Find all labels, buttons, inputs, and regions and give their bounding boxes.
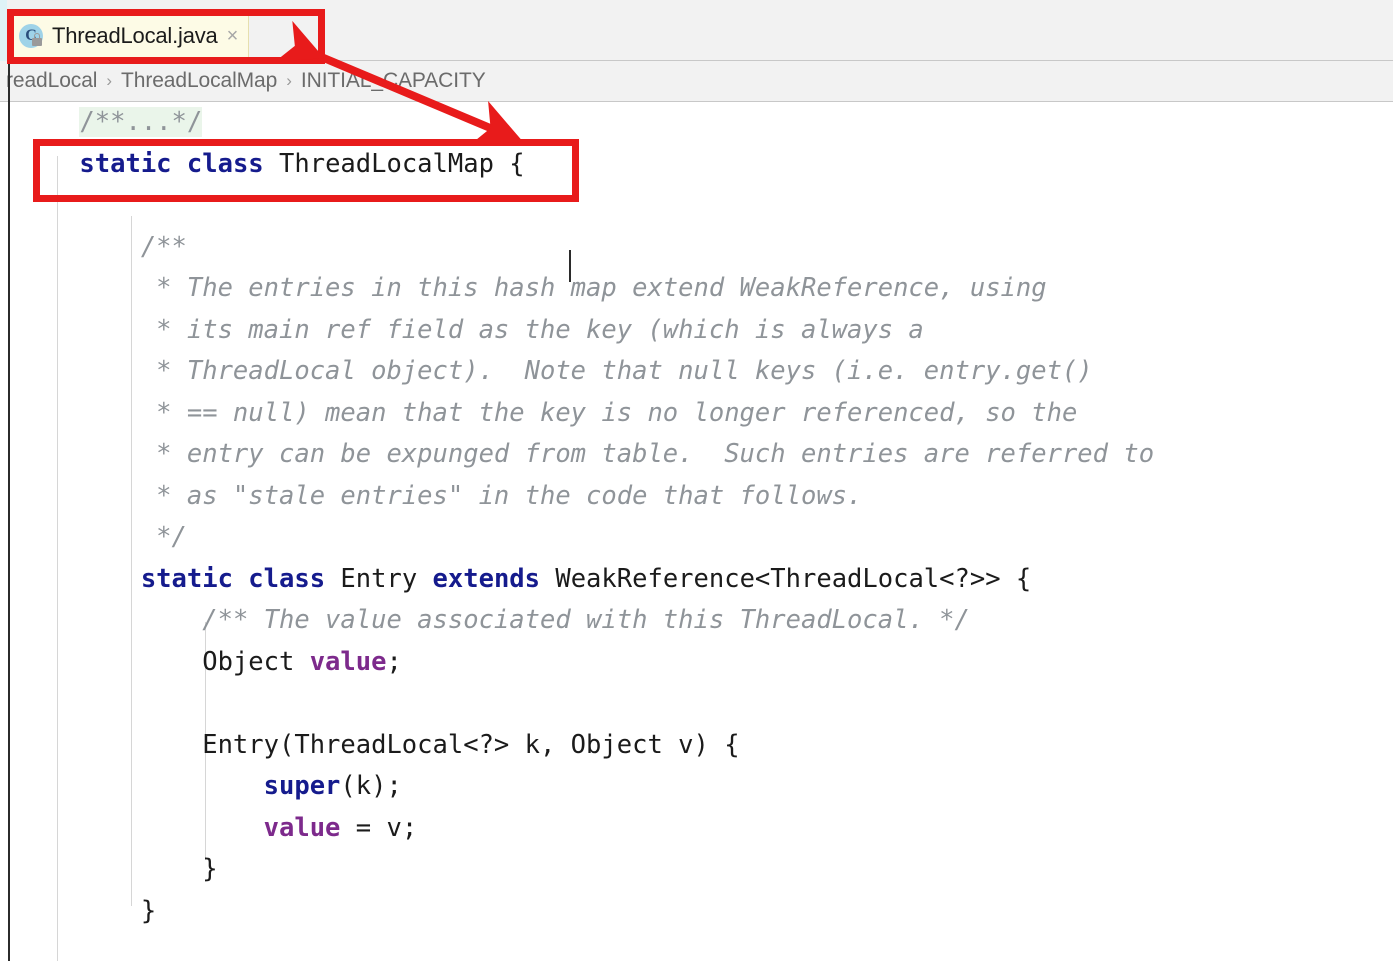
code-token: } (18, 854, 218, 884)
code-token: Entry(ThreadLocal<?> k, Object v) { (18, 729, 740, 760)
code-line[interactable]: static class ThreadLocalMap { (0, 144, 1393, 186)
text-caret (569, 250, 571, 282)
tab-label: ThreadLocal.java (52, 22, 218, 48)
tab-strip-left-edge (0, 0, 7, 61)
code-line[interactable]: } (0, 849, 1393, 891)
code-line[interactable]: * its main ref field as the key (which i… (0, 310, 1393, 352)
java-class-icon: C (19, 23, 45, 49)
breadcrumb-item-readlocal[interactable]: readLocal (6, 69, 97, 93)
code-token: extends (432, 563, 540, 594)
tab-threadlocal-java[interactable]: C ThreadLocal.java × (9, 12, 250, 58)
code-token: value (263, 812, 341, 843)
code-token: * its main ref field as the key (which i… (156, 314, 924, 345)
lock-icon (32, 37, 42, 46)
code-token: /** (140, 231, 187, 262)
code-token: * as "stale entries" in the code that fo… (156, 480, 863, 511)
code-line[interactable]: * == null) mean that the key is no longe… (0, 393, 1393, 435)
code-token: value (309, 646, 387, 677)
tab-strip-empty-area[interactable] (278, 12, 324, 58)
code-token: * == null) mean that the key is no longe… (156, 397, 1078, 428)
breadcrumb-item-threadlocalmap[interactable]: ThreadLocalMap (121, 69, 277, 93)
code-token: /**...*/ (79, 107, 203, 137)
code-line[interactable]: /** (0, 227, 1393, 269)
code-line[interactable] (0, 683, 1393, 725)
code-token: Entry (325, 563, 433, 594)
code-token: WeakReference<ThreadLocal<?>> { (540, 563, 1032, 594)
code-token: ThreadLocalMap { (263, 148, 525, 179)
code-token: * The entries in this hash map extend We… (156, 273, 1047, 303)
chevron-right-icon: › (106, 71, 113, 90)
code-line[interactable]: Object value; (0, 642, 1393, 684)
code-line[interactable]: super(k); (0, 766, 1393, 808)
code-token: (k); (340, 771, 402, 801)
breadcrumb: readLocal › ThreadLocalMap › INITIAL_CAP… (0, 61, 1393, 102)
code-line[interactable]: /**...*/ (0, 102, 1393, 144)
breadcrumb-item-initial-capacity[interactable]: INITIAL_CAPACITY (301, 69, 486, 93)
code-line[interactable]: } (0, 891, 1393, 933)
code-token: super (263, 771, 341, 801)
code-line[interactable] (0, 185, 1393, 227)
code-token: * entry can be expunged from table. Such… (156, 439, 1155, 469)
code-line[interactable]: */ (0, 517, 1393, 559)
ide-window: C ThreadLocal.java × readLocal › ThreadL… (0, 0, 1393, 961)
code-token: /** The value associated with this Threa… (202, 605, 970, 635)
code-line[interactable]: /** The value associated with this Threa… (0, 600, 1393, 642)
code-editor[interactable]: /**...*/ static class ThreadLocalMap { /… (0, 102, 1393, 961)
code-token: * ThreadLocal object). Note that null ke… (156, 356, 1093, 386)
code-token: Object (18, 646, 310, 677)
code-token: static class (140, 563, 326, 594)
code-line[interactable]: Entry(ThreadLocal<?> k, Object v) { (0, 725, 1393, 767)
code-token: static class (79, 148, 264, 179)
close-icon[interactable]: × (225, 26, 239, 46)
code-line[interactable]: * The entries in this hash map extend We… (0, 268, 1393, 310)
code-line[interactable]: value = v; (0, 808, 1393, 850)
code-line[interactable]: * as "stale entries" in the code that fo… (0, 476, 1393, 518)
code-line[interactable]: static class Entry extends WeakReference… (0, 559, 1393, 601)
breadcrumb-left-rule (8, 61, 10, 102)
code-content[interactable]: /**...*/ static class ThreadLocalMap { /… (0, 102, 1393, 932)
code-token: */ (156, 522, 187, 552)
editor-tab-strip: C ThreadLocal.java × (0, 0, 1393, 61)
code-token: ; (386, 646, 402, 677)
code-line[interactable]: * ThreadLocal object). Note that null ke… (0, 351, 1393, 393)
code-token: } (18, 895, 157, 926)
code-token: = v; (340, 812, 418, 843)
chevron-right-icon: › (286, 71, 292, 90)
code-line[interactable]: * entry can be expunged from table. Such… (0, 434, 1393, 476)
